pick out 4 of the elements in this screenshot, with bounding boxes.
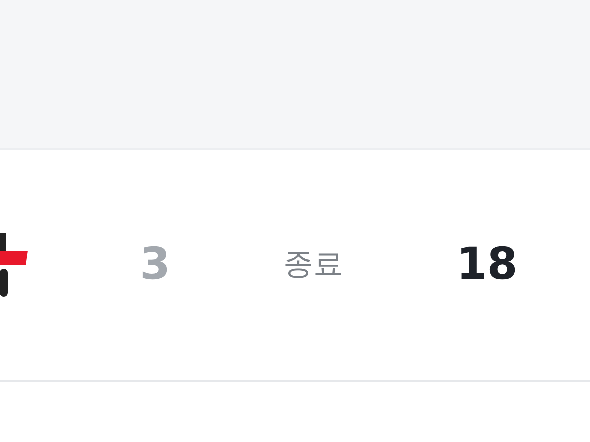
home-score: 18 <box>456 243 518 287</box>
away-score: 3 <box>140 243 171 287</box>
team-logo <box>0 233 28 297</box>
game-status: 종료 <box>284 250 344 280</box>
